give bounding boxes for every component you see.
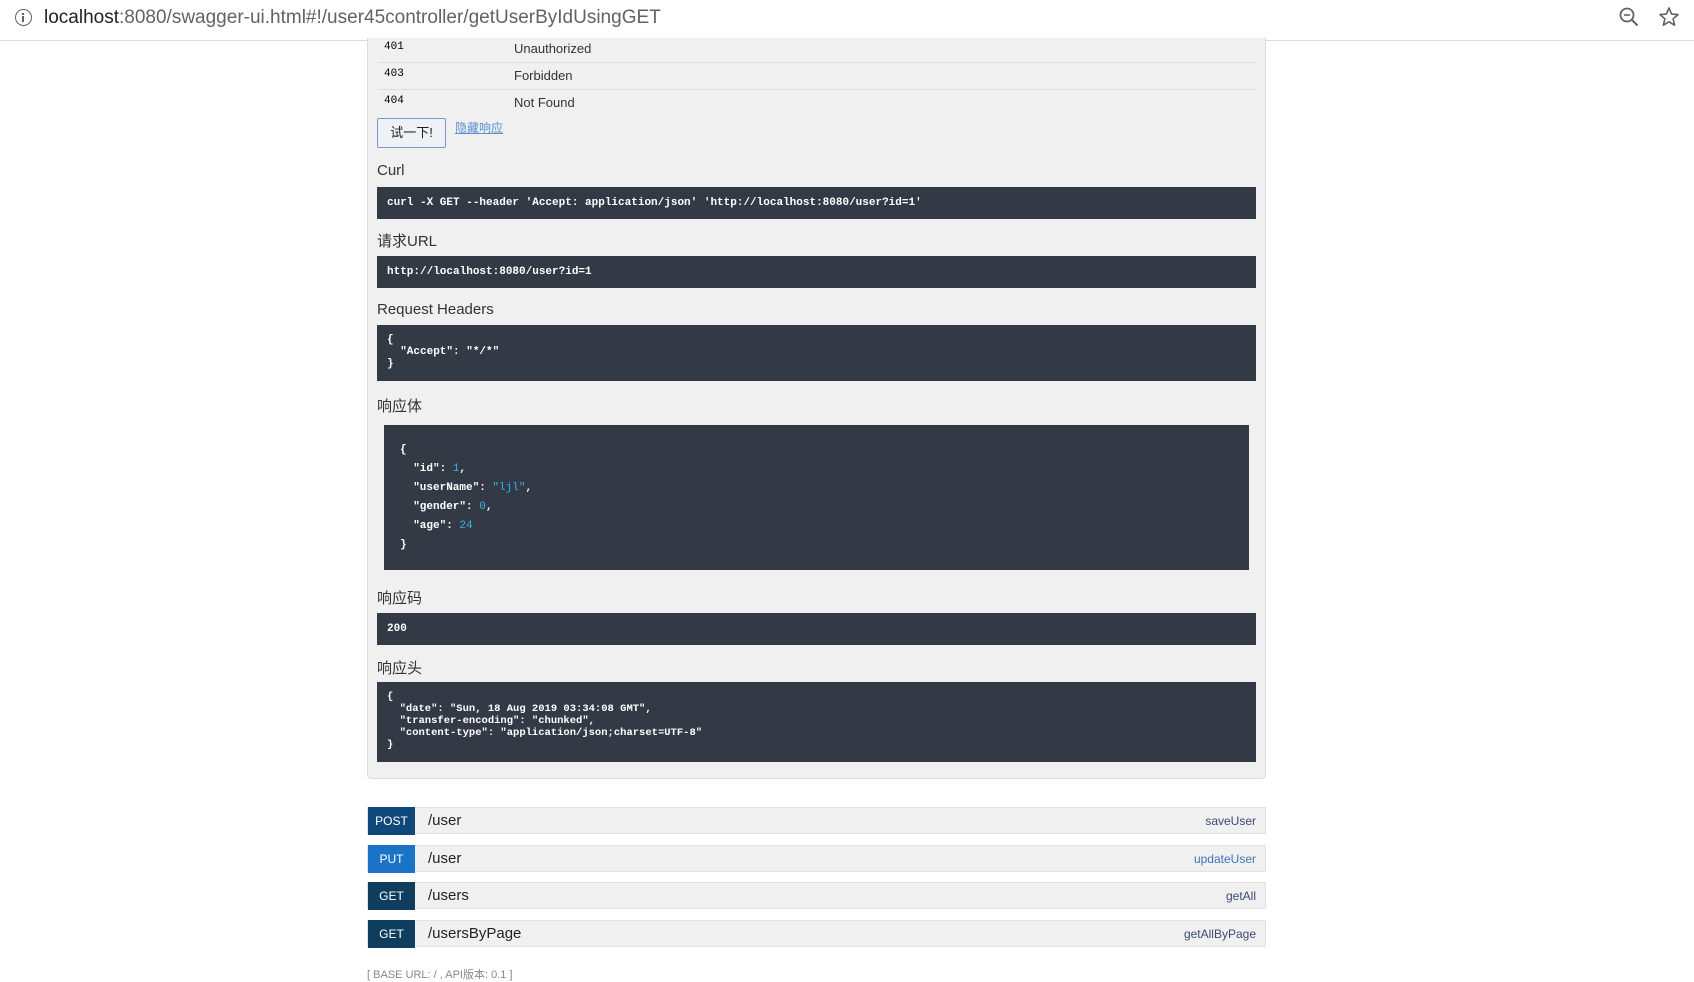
json-brace: } [387, 739, 394, 751]
api-info-footer: [ BASE URL: / , API版本: 0.1 ] [367, 969, 513, 981]
response-code-heading: 响应码 [377, 590, 423, 607]
response-header-line: "content-type": "application/json;charse… [387, 727, 703, 739]
request-headers-heading: Request Headers [377, 301, 494, 318]
bookmark-star-icon[interactable] [1658, 6, 1680, 28]
response-reason: Not Found [514, 95, 575, 110]
operation-panel: 401 Unauthorized 403 Forbidden 404 Not F… [367, 38, 1266, 779]
json-brace: { [387, 334, 394, 346]
curl-heading: Curl [377, 162, 405, 179]
operation-path[interactable]: /usersByPage [428, 925, 521, 942]
json-comma: , [459, 463, 467, 475]
url-host: localhost [44, 7, 119, 28]
json-number: 24 [459, 520, 473, 532]
operation-path[interactable]: /user [428, 812, 461, 829]
response-code-value: 200 [387, 623, 407, 635]
response-reason: Forbidden [514, 68, 573, 83]
operation-put-user[interactable]: PUT /user updateUser [367, 845, 1266, 873]
json-number: 0 [479, 501, 486, 513]
response-body-block: { "id": 1, "userName": "ljl", "gender": … [384, 425, 1249, 570]
operation-name[interactable]: saveUser [1205, 814, 1256, 828]
method-badge[interactable]: GET [368, 882, 415, 910]
json-key: "gender": [400, 501, 480, 513]
response-headers-heading: 响应头 [377, 660, 423, 677]
response-message-row: 401 Unauthorized [378, 35, 1256, 63]
operation-path[interactable]: /users [428, 887, 469, 904]
response-status-code: 404 [384, 95, 404, 107]
url-path: :8080/swagger-ui.html#!/user45controller… [119, 7, 661, 28]
response-header-line: "date": "Sun, 18 Aug 2019 03:34:08 GMT", [387, 703, 652, 715]
json-string: "ljl" [492, 482, 526, 494]
response-header-line: "transfer-encoding": "chunked", [387, 715, 595, 727]
operation-get-users[interactable]: GET /users getAll [367, 882, 1266, 910]
operation-name[interactable]: getAllByPage [1184, 927, 1256, 941]
response-body-heading: 响应体 [377, 398, 423, 415]
zoom-icon[interactable] [1618, 6, 1640, 28]
method-badge[interactable]: GET [368, 920, 415, 948]
request-header-line: "Accept": "*/*" [387, 346, 500, 358]
json-key: "userName": [400, 482, 493, 494]
curl-command: curl -X GET --header 'Accept: applicatio… [387, 197, 922, 209]
json-key: "id": [400, 463, 453, 475]
request-headers-block: { "Accept": "*/*" } [377, 325, 1256, 381]
json-brace: { [387, 691, 394, 703]
request-url-block: http://localhost:8080/user?id=1 [377, 256, 1256, 288]
info-icon[interactable] [15, 9, 32, 26]
request-url-value: http://localhost:8080/user?id=1 [387, 266, 592, 278]
json-brace: { [400, 444, 407, 456]
response-reason: Unauthorized [514, 41, 592, 56]
method-badge[interactable]: POST [368, 807, 415, 835]
response-message-row: 404 Not Found [378, 89, 1256, 116]
response-headers-block: { "date": "Sun, 18 Aug 2019 03:34:08 GMT… [377, 682, 1256, 762]
url-text[interactable]: localhost:8080/swagger-ui.html#!/user45c… [44, 6, 661, 30]
json-brace: } [387, 358, 394, 370]
operation-name[interactable]: updateUser [1194, 852, 1256, 866]
request-url-heading: 请求URL [377, 233, 438, 250]
json-comma: , [525, 482, 533, 494]
method-badge[interactable]: PUT [368, 845, 415, 873]
hide-response-link[interactable]: 隐藏响应 [455, 119, 503, 136]
operation-get-users-by-page[interactable]: GET /usersByPage getAllByPage [367, 920, 1266, 948]
operation-name[interactable]: getAll [1226, 889, 1256, 903]
operation-post-user[interactable]: POST /user saveUser [367, 807, 1266, 835]
response-code-block: 200 [377, 613, 1256, 645]
response-status-code: 403 [384, 68, 404, 80]
json-comma: , [485, 501, 493, 513]
response-status-code: 401 [384, 41, 404, 53]
curl-command-block: curl -X GET --header 'Accept: applicatio… [377, 187, 1256, 219]
try-it-out-button[interactable]: 试一下! [377, 118, 446, 148]
json-key: "age": [400, 520, 460, 532]
response-message-row: 403 Forbidden [378, 62, 1256, 90]
operation-path[interactable]: /user [428, 850, 461, 867]
json-brace: } [400, 539, 407, 551]
